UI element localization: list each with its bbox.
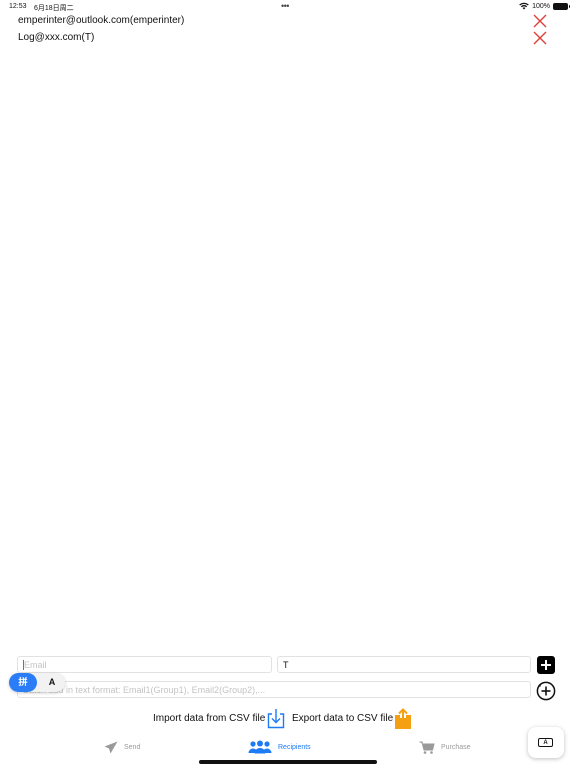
ime-english-option[interactable]: A <box>45 673 59 692</box>
export-csv-label[interactable]: Export data to CSV file <box>292 713 393 724</box>
group-value: T <box>283 660 289 670</box>
ime-pinyin-option[interactable]: 拼 <box>9 673 37 692</box>
tab-send[interactable]: Send <box>104 737 140 757</box>
group-input[interactable]: T <box>277 656 531 673</box>
export-csv-icon[interactable] <box>393 708 413 730</box>
home-indicator[interactable] <box>199 760 377 764</box>
import-csv-label[interactable]: Import data from CSV file <box>153 713 265 724</box>
paper-plane-icon <box>104 741 118 754</box>
recipient-row: Log@xxx.com(T) <box>0 30 576 47</box>
battery-icon <box>553 2 570 10</box>
recipient-list: emperinter@outlook.com(emperinter) Log@x… <box>0 13 576 47</box>
battery-percent: 100% <box>532 2 550 10</box>
status-date: 6月18日周二 <box>34 5 74 12</box>
add-recipient-button[interactable] <box>537 656 555 674</box>
tab-purchase[interactable]: Purchase <box>419 737 471 757</box>
multitasking-dots-icon[interactable]: ••• <box>281 1 289 11</box>
recipient-row: emperinter@outlook.com(emperinter) <box>0 13 576 30</box>
status-time: 12:53 <box>9 3 27 10</box>
keyboard-toggle-button[interactable]: A <box>528 727 564 758</box>
delete-recipient-icon[interactable] <box>532 13 548 29</box>
tab-send-label: Send <box>124 743 141 751</box>
recipient-email: emperinter@outlook.com(emperinter) <box>18 15 185 26</box>
keyboard-icon: A <box>538 738 553 747</box>
status-right: 100% <box>519 2 570 10</box>
email-placeholder: Email <box>24 660 47 670</box>
people-icon <box>248 740 272 754</box>
cart-icon <box>419 741 435 754</box>
import-csv-icon[interactable] <box>266 708 286 730</box>
recipient-email: Log@xxx.com(T) <box>18 32 95 43</box>
wifi-icon <box>519 2 529 10</box>
delete-recipient-icon[interactable] <box>532 30 548 46</box>
tab-purchase-label: Purchase <box>441 743 471 751</box>
status-bar: 12:53 6月18日周二 ••• 100% <box>0 0 576 14</box>
batch-add-button[interactable] <box>536 681 556 701</box>
batch-add-input[interactable]: Batch add in text format: Email1(Group1)… <box>17 681 531 698</box>
email-input[interactable]: Email <box>17 656 272 673</box>
tab-recipients-label: Recipients <box>278 743 311 751</box>
ime-switcher[interactable]: 拼 A <box>9 673 65 692</box>
tab-recipients[interactable]: Recipients <box>248 737 311 757</box>
